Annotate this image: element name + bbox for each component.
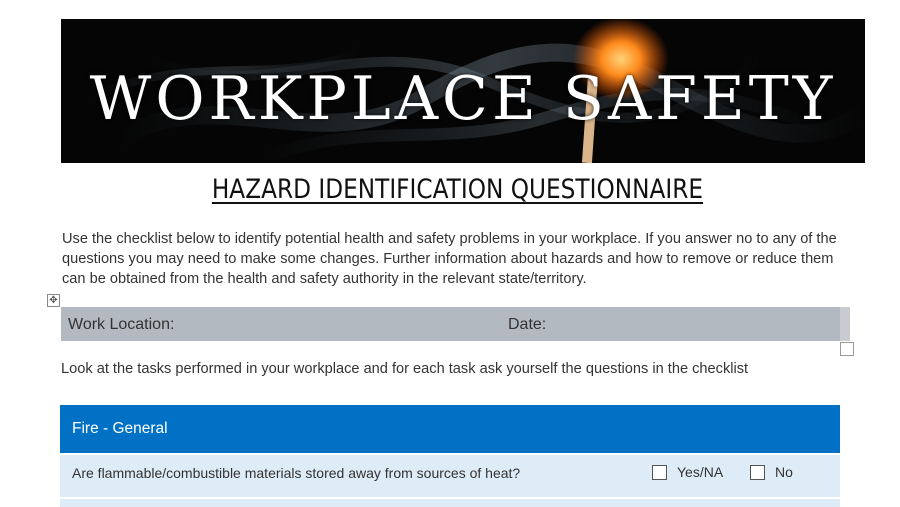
section-header	[60, 405, 840, 453]
no-checkbox[interactable]	[750, 465, 765, 480]
question-text: Are flammable/combustible materials stor…	[72, 465, 521, 481]
table-resize-handle[interactable]	[840, 342, 854, 356]
yes-na-label: Yes/NA	[677, 464, 724, 480]
section-title: Fire - General	[72, 420, 168, 437]
date-label[interactable]: Date:	[508, 316, 546, 334]
page-title: HAZARD IDENTIFICATION QUESTIONNAIRE	[211, 174, 704, 205]
banner-image: WORKPLACE SAFETY	[61, 19, 865, 163]
location-row-edge	[840, 307, 850, 341]
question-row-next	[60, 499, 840, 507]
no-label: No	[775, 464, 793, 480]
banner-title: WORKPLACE SAFETY	[89, 64, 837, 134]
intro-paragraph: Use the checklist below to identify pote…	[62, 231, 837, 287]
work-location-label[interactable]: Work Location:	[68, 316, 174, 334]
instruction-text: Look at the tasks performed in your work…	[61, 361, 749, 377]
location-date-row	[61, 307, 840, 341]
table-move-handle-icon[interactable]: ✥	[47, 294, 60, 307]
yes-na-checkbox[interactable]	[652, 465, 667, 480]
